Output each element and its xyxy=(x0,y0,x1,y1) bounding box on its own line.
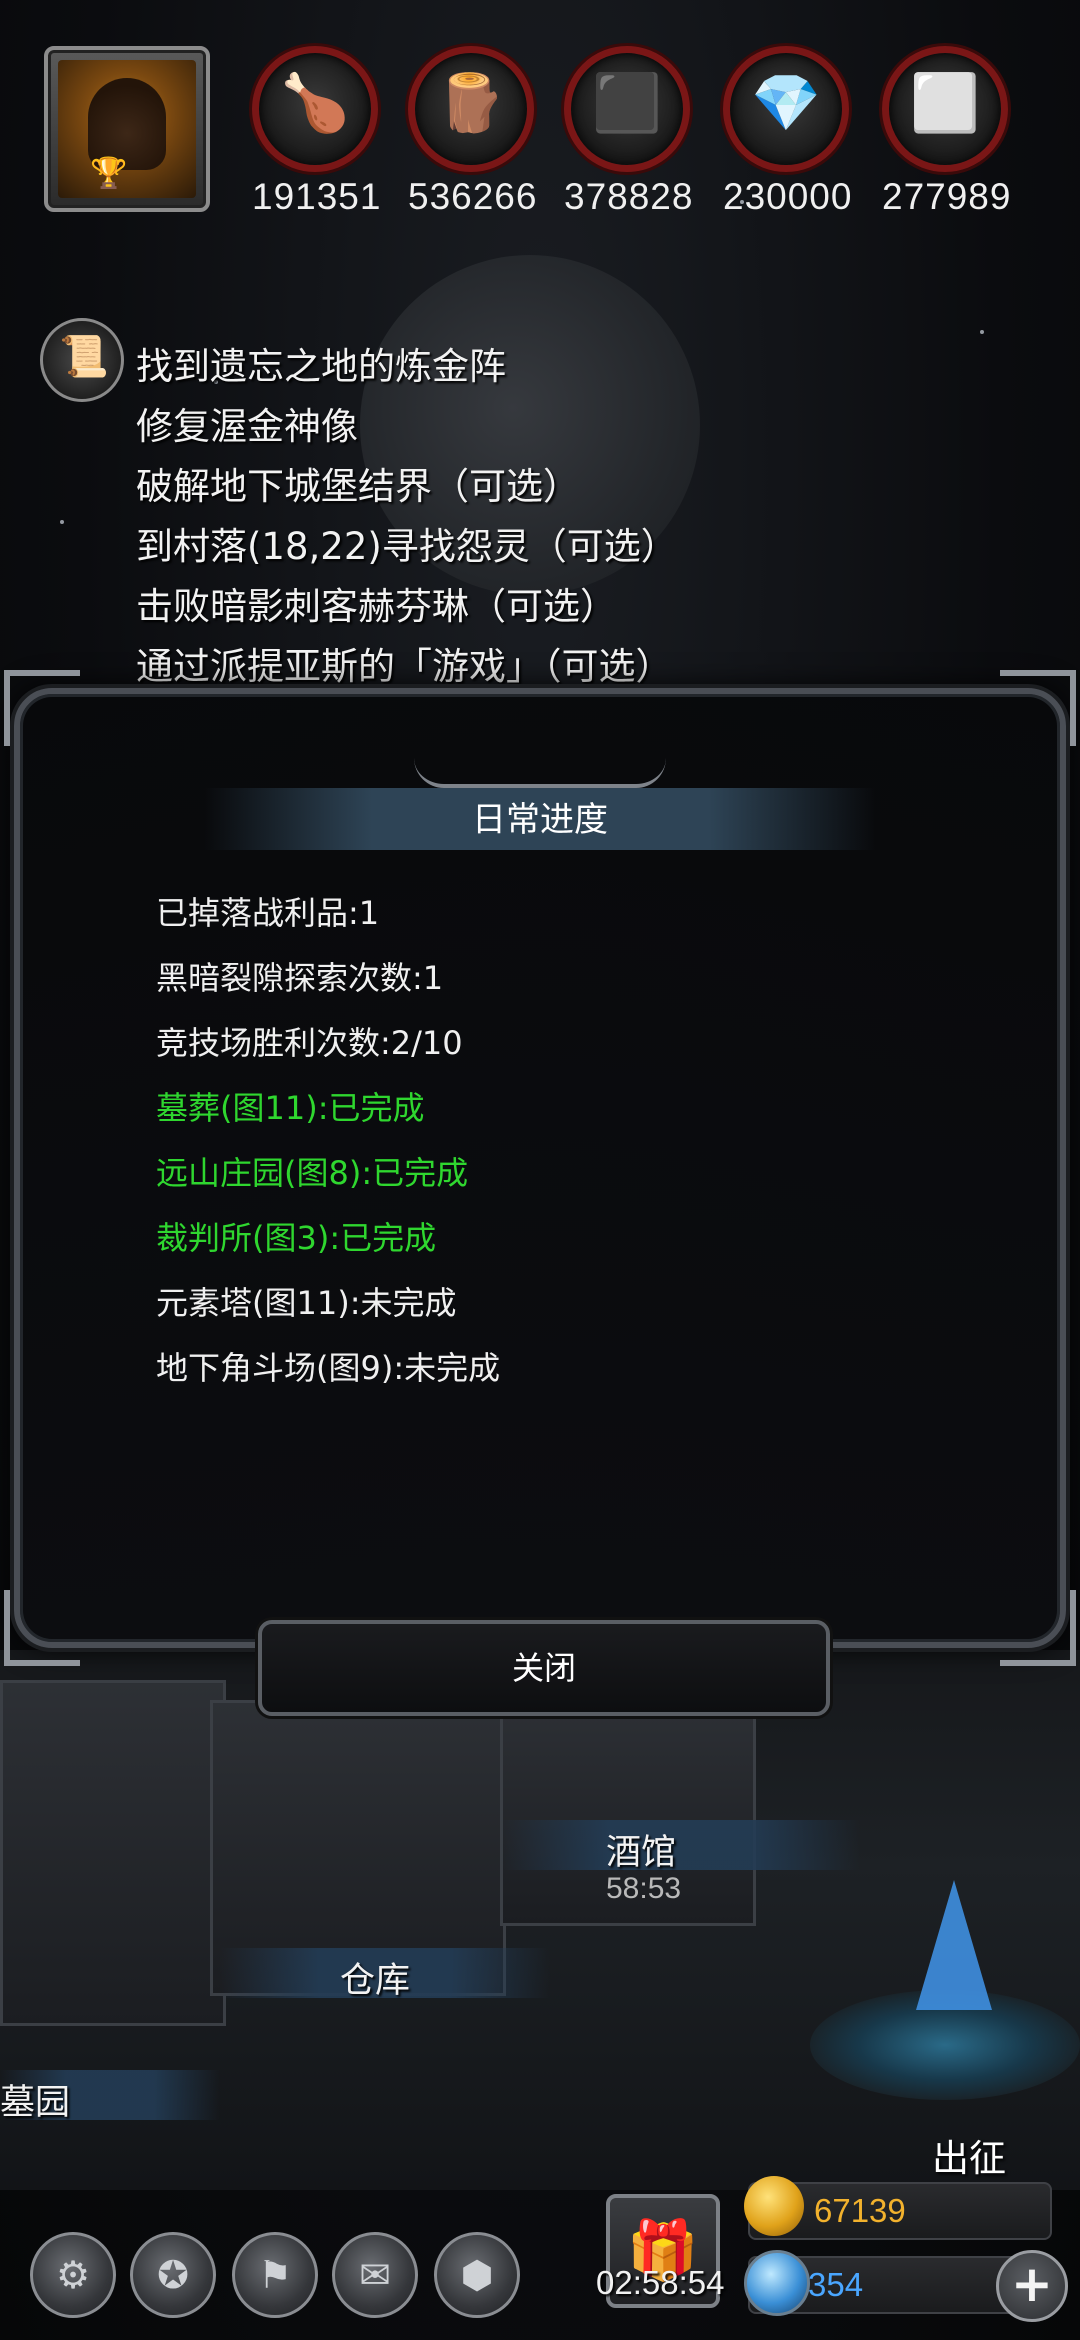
trophy-icon: 🏆 xyxy=(90,156,128,191)
gem-icon xyxy=(744,2250,810,2316)
frame-ornament xyxy=(1000,670,1076,746)
resource-crystal[interactable]: 💎 230000 xyxy=(723,46,853,218)
tavern-timer: 58:53 xyxy=(606,1872,682,1905)
achievement-button[interactable]: ✪ xyxy=(130,2232,216,2318)
gold-coin-icon xyxy=(744,2176,804,2236)
star xyxy=(60,520,64,524)
gift-timer: 02:58:54 xyxy=(596,2264,725,2301)
iron-icon: ⬜ xyxy=(910,71,980,136)
progress-item: 元素塔(图11):未完成 xyxy=(156,1284,457,1322)
cemetery-label[interactable]: 墓园 xyxy=(0,2074,70,2125)
avatar: 🏆 xyxy=(58,60,196,198)
panel-title: 日常进度 xyxy=(472,800,608,840)
progress-item-done: 远山庄园(图8):已完成 xyxy=(156,1154,469,1192)
quest-item[interactable]: 破解地下城堡结界（可选） xyxy=(136,456,580,510)
star xyxy=(980,330,984,334)
tavern-label-bar xyxy=(500,1820,860,1870)
resource-iron[interactable]: ⬜ 277989 xyxy=(882,46,1012,218)
frame-ornament xyxy=(4,1590,80,1666)
star-badge-icon: ✪ xyxy=(157,2253,189,2297)
resource-value: 230000 xyxy=(723,176,853,217)
inventory-button[interactable]: ⬢ xyxy=(434,2232,520,2318)
quest-item[interactable]: 击败暗影刺客赫芬琳（可选） xyxy=(136,576,617,630)
resource-wood[interactable]: 🪵 536266 xyxy=(408,46,538,218)
guild-button[interactable]: ⚑ xyxy=(232,2232,318,2318)
progress-item: 地下角斗场(图9):未完成 xyxy=(156,1349,501,1387)
progress-item: 已掉落战利品:1 xyxy=(156,894,380,932)
daily-progress-panel: 日常进度 已掉落战利品:1 黑暗裂隙探索次数:1 竞技场胜利次数:2/10 墓葬… xyxy=(4,670,1076,1666)
progress-item-done: 墓葬(图11):已完成 xyxy=(156,1089,425,1127)
banner-icon: ⚑ xyxy=(257,2253,293,2297)
warehouse-label[interactable]: 仓库 xyxy=(340,1952,410,2003)
mail-icon: ✉ xyxy=(359,2253,391,2297)
gold-amount: 67139 xyxy=(814,2192,906,2229)
plus-icon: + xyxy=(1011,2255,1053,2313)
crystal-icon: 💎 xyxy=(751,71,821,136)
close-button[interactable]: 关闭 xyxy=(258,1620,830,1716)
cemetery-building[interactable] xyxy=(0,1680,226,2026)
settings-button[interactable]: ⚙ xyxy=(30,2232,116,2318)
stone-icon: ⬛ xyxy=(592,71,662,136)
quest-scroll-icon[interactable]: 📜 xyxy=(40,318,124,402)
add-gems-button[interactable]: + xyxy=(996,2250,1068,2322)
progress-item-done: 裁判所(图3):已完成 xyxy=(156,1219,437,1257)
resource-value: 536266 xyxy=(408,176,538,217)
close-button-label: 关闭 xyxy=(511,1649,576,1687)
quest-item[interactable]: 找到遗忘之地的炼金阵 xyxy=(136,336,506,390)
quest-item[interactable]: 到村落(18,22)寻找怨灵（可选） xyxy=(136,516,678,570)
player-portrait[interactable]: 🏆 xyxy=(44,46,210,212)
resource-meat[interactable]: 🍗 191351 xyxy=(252,46,382,218)
tavern-label[interactable]: 酒馆 xyxy=(606,1824,676,1875)
frame-ornament xyxy=(4,670,80,746)
gear-icon: ⚙ xyxy=(55,2253,91,2297)
meat-icon: 🍗 xyxy=(280,71,350,136)
progress-item: 黑暗裂隙探索次数:1 xyxy=(156,959,444,997)
cube-icon: ⬢ xyxy=(460,2253,494,2297)
frame-ornament xyxy=(1000,1590,1076,1666)
gem-amount: 354 xyxy=(808,2266,864,2303)
wood-icon: 🪵 xyxy=(436,71,506,136)
progress-item: 竞技场胜利次数:2/10 xyxy=(156,1024,463,1062)
resource-value: 378828 xyxy=(564,176,694,217)
resource-value: 191351 xyxy=(252,176,382,217)
quest-item[interactable]: 通过派提亚斯的「游戏」（可选） xyxy=(136,636,673,690)
quest-item[interactable]: 修复渥金神像 xyxy=(136,396,358,450)
resource-stone[interactable]: ⬛ 378828 xyxy=(564,46,694,218)
resource-value: 277989 xyxy=(882,176,1012,217)
title-crest xyxy=(414,758,666,788)
sortie-label[interactable]: 出征 xyxy=(932,2128,1006,2182)
mail-button[interactable]: ✉ xyxy=(332,2232,418,2318)
crystal-icon xyxy=(916,1880,992,2010)
